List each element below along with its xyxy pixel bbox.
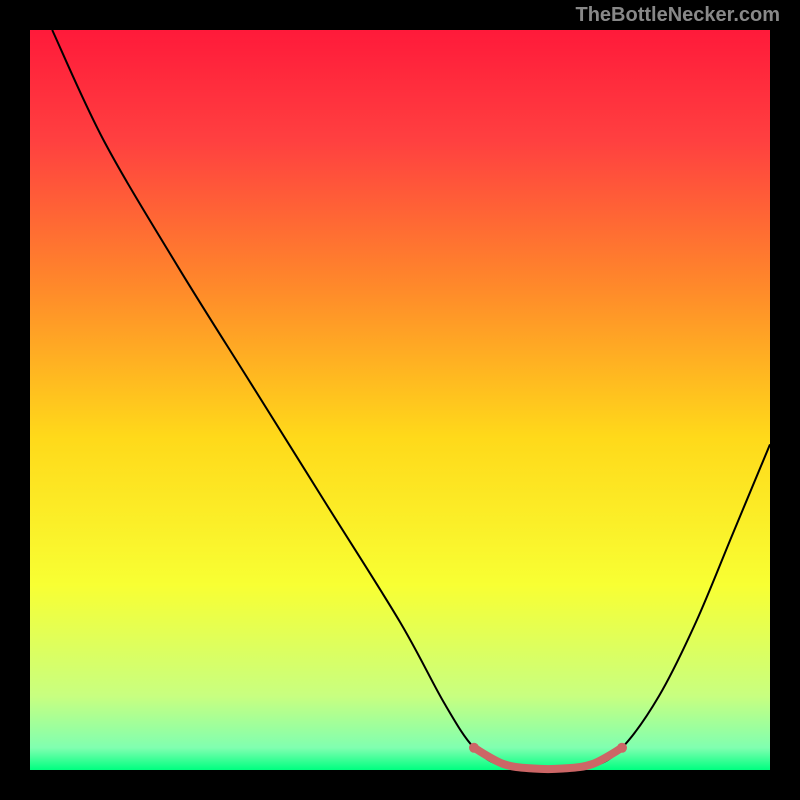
plot-area	[30, 30, 770, 770]
highlight-endpoint	[617, 743, 627, 753]
chart-svg	[0, 0, 800, 800]
highlight-endpoint	[469, 743, 479, 753]
watermark-text: TheBottleNecker.com	[575, 4, 780, 27]
